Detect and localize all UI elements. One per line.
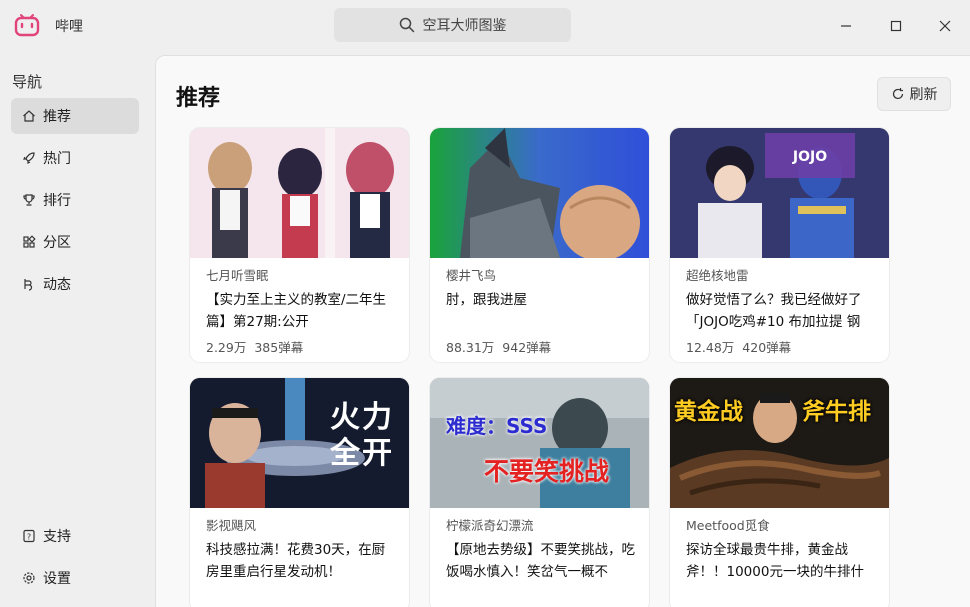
video-thumbnail: 黄金战 斧牛排 xyxy=(670,378,889,508)
trophy-icon xyxy=(23,194,35,206)
help-icon: ? xyxy=(23,529,35,543)
sidebar-item-label: 动态 xyxy=(43,277,71,293)
sidebar-item-activity[interactable]: 动态 xyxy=(11,266,139,302)
close-icon xyxy=(939,20,951,32)
thumbnail-caption-challenge: 不要笑挑战 xyxy=(484,457,610,486)
minimize-icon xyxy=(841,25,851,27)
danmaku-count: 942弹幕 xyxy=(502,340,552,355)
refresh-icon xyxy=(892,88,903,100)
nav-title: 导航 xyxy=(12,73,43,91)
danmaku-count: 420弹幕 xyxy=(742,340,792,355)
sidebar-item-partition[interactable]: 分区 xyxy=(11,224,139,260)
video-card[interactable]: 樱井飞鸟 肘，跟我进屋 88.31万 942弹幕 xyxy=(430,128,649,362)
video-thumbnail: JOJO xyxy=(670,128,889,258)
svg-text:JOJO: JOJO xyxy=(792,149,827,165)
card-stats: 12.48万 420弹幕 xyxy=(686,337,791,356)
video-card[interactable]: JOJO 超绝核地雷 做好觉悟了么？我已经做好了「JOJO吃鸡#10 布加拉提 … xyxy=(670,128,889,362)
view-count: 88.31万 xyxy=(446,340,495,355)
refresh-label: 刷新 xyxy=(909,87,938,103)
card-title: 探访全球最贵牛排，黄金战斧！！10000元一块的牛排什 xyxy=(686,542,864,580)
card-title: 科技感拉满！花费30天，在厨房里重启行星发动机！ xyxy=(206,542,386,580)
sidebar-item-label: 分区 xyxy=(43,235,71,251)
video-card[interactable]: 火力全开 影视飓风 科技感拉满！花费30天，在厨房里重启行星发动机！ xyxy=(190,378,409,607)
gear-icon xyxy=(23,572,35,584)
search-box[interactable]: 空耳大师图鉴 xyxy=(334,8,571,42)
sidebar-item-recommend[interactable]: 推荐 xyxy=(11,98,139,134)
sidebar-item-label: 热门 xyxy=(43,151,71,167)
bilibili-logo-icon xyxy=(14,14,40,37)
sidebar-item-label: 支持 xyxy=(43,529,71,545)
card-title: 肘，跟我进屋 xyxy=(446,292,527,308)
page-title: 推荐 xyxy=(176,86,221,111)
thumbnail-caption-gold: 黄金战 xyxy=(674,399,743,425)
sidebar-item-label: 设置 xyxy=(43,571,71,587)
danmaku-count: 385弹幕 xyxy=(254,340,304,355)
thumbnail-caption-difficulty: 难度：SSS xyxy=(446,414,548,438)
main-panel: 推荐 刷新 七月听雪眠 【实力至上主义的教室/二年生篇】第27期:公开 2.29… xyxy=(155,55,970,607)
thumbnail-caption-steak: 斧牛排 xyxy=(802,399,871,425)
sidebar-item-label: 排行 xyxy=(43,193,71,209)
thumbnail-caption: 火力全开 xyxy=(330,400,394,471)
maximize-button[interactable] xyxy=(884,14,908,38)
card-author: 樱井飞鸟 xyxy=(446,268,497,283)
home-icon xyxy=(23,110,35,122)
video-thumbnail: 难度：SSS 不要笑挑战 xyxy=(430,378,649,508)
title-bar: 哔哩 空耳大师图鉴 xyxy=(0,0,970,52)
sidebar: 导航 推荐 热门 排行 分区 动态 ? 支持 设置 xyxy=(0,52,155,607)
card-author: 超绝核地雷 xyxy=(686,268,749,283)
video-thumbnail: 火力全开 xyxy=(190,378,409,508)
search-icon xyxy=(399,17,414,33)
card-author: 影视飓风 xyxy=(206,518,257,533)
card-stats: 2.29万 385弹幕 xyxy=(206,337,303,356)
minimize-button[interactable] xyxy=(834,14,858,38)
refresh-button[interactable]: 刷新 xyxy=(877,77,951,111)
view-count: 12.48万 xyxy=(686,340,735,355)
app-name: 哔哩 xyxy=(55,19,83,35)
rocket-icon xyxy=(23,152,35,164)
svg-text:?: ? xyxy=(27,533,31,542)
sidebar-item-ranking[interactable]: 排行 xyxy=(11,182,139,218)
video-thumbnail xyxy=(190,128,409,258)
maximize-icon xyxy=(890,20,902,32)
sidebar-item-settings[interactable]: 设置 xyxy=(11,560,139,596)
video-card[interactable]: 七月听雪眠 【实力至上主义的教室/二年生篇】第27期:公开 2.29万 385弹… xyxy=(190,128,409,362)
view-count: 2.29万 xyxy=(206,340,247,355)
close-button[interactable] xyxy=(933,14,957,38)
video-thumbnail xyxy=(430,128,649,258)
search-text: 空耳大师图鉴 xyxy=(422,18,507,34)
card-author: 柠檬派奇幻漂流 xyxy=(446,518,534,533)
card-stats: 88.31万 942弹幕 xyxy=(446,337,551,356)
video-card[interactable]: 难度：SSS 不要笑挑战 柠檬派奇幻漂流 【原地去势级】不要笑挑战，吃饭喝水慎入… xyxy=(430,378,649,607)
card-title: 【实力至上主义的教室/二年生篇】第27期:公开 xyxy=(206,292,387,330)
card-author: Meetfood觅食 xyxy=(686,518,770,533)
activity-icon xyxy=(24,279,33,291)
sidebar-item-hot[interactable]: 热门 xyxy=(11,140,139,176)
grid-icon xyxy=(23,235,36,248)
card-title: 【原地去势级】不要笑挑战，吃饭喝水慎入！笑岔气一概不 xyxy=(446,542,635,580)
card-author: 七月听雪眠 xyxy=(206,268,269,283)
card-title: 做好觉悟了么？我已经做好了「JOJO吃鸡#10 布加拉提 钢 xyxy=(686,292,862,330)
video-card[interactable]: 黄金战 斧牛排 Meetfood觅食 探访全球最贵牛排，黄金战斧！！10000元… xyxy=(670,378,889,607)
sidebar-item-label: 推荐 xyxy=(43,109,71,125)
sidebar-item-support[interactable]: ? 支持 xyxy=(11,518,139,554)
